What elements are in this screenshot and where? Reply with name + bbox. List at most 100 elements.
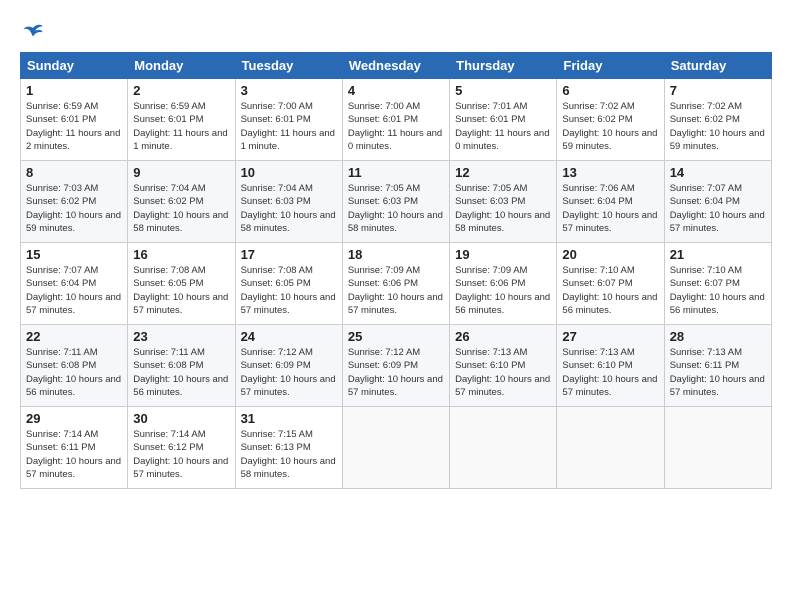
day-number: 7 xyxy=(670,83,766,98)
day-info: Sunrise: 7:14 AMSunset: 6:11 PMDaylight:… xyxy=(26,428,122,481)
day-info: Sunrise: 7:01 AMSunset: 6:01 PMDaylight:… xyxy=(455,100,551,153)
day-number: 9 xyxy=(133,165,229,180)
day-number: 23 xyxy=(133,329,229,344)
day-info: Sunrise: 7:15 AMSunset: 6:13 PMDaylight:… xyxy=(241,428,337,481)
calendar-cell xyxy=(450,407,557,489)
calendar-cell xyxy=(342,407,449,489)
calendar-cell: 26 Sunrise: 7:13 AMSunset: 6:10 PMDayligh… xyxy=(450,325,557,407)
day-number: 17 xyxy=(241,247,337,262)
calendar-cell: 31 Sunrise: 7:15 AMSunset: 6:13 PMDayligh… xyxy=(235,407,342,489)
weekday-header-friday: Friday xyxy=(557,53,664,79)
day-info: Sunrise: 6:59 AMSunset: 6:01 PMDaylight:… xyxy=(133,100,229,153)
weekday-header-wednesday: Wednesday xyxy=(342,53,449,79)
day-number: 2 xyxy=(133,83,229,98)
day-number: 25 xyxy=(348,329,444,344)
day-info: Sunrise: 7:10 AMSunset: 6:07 PMDaylight:… xyxy=(562,264,658,317)
calendar-cell: 5 Sunrise: 7:01 AMSunset: 6:01 PMDaylight… xyxy=(450,79,557,161)
calendar-week-row: 15Sunrise: 7:07 AMSunset: 6:04 PMDayligh… xyxy=(21,243,772,325)
weekday-header-monday: Monday xyxy=(128,53,235,79)
day-number: 18 xyxy=(348,247,444,262)
header xyxy=(20,18,772,44)
day-info: Sunrise: 7:00 AMSunset: 6:01 PMDaylight:… xyxy=(241,100,337,153)
calendar-cell: 19 Sunrise: 7:09 AMSunset: 6:06 PMDayligh… xyxy=(450,243,557,325)
day-number: 10 xyxy=(241,165,337,180)
calendar-cell: 1 Sunrise: 6:59 AMSunset: 6:01 PMDaylight… xyxy=(21,79,128,161)
day-info: Sunrise: 7:11 AMSunset: 6:08 PMDaylight:… xyxy=(26,346,122,399)
day-number: 24 xyxy=(241,329,337,344)
day-number: 16 xyxy=(133,247,229,262)
day-info: Sunrise: 7:10 AMSunset: 6:07 PMDaylight:… xyxy=(670,264,766,317)
page: SundayMondayTuesdayWednesdayThursdayFrid… xyxy=(0,0,792,499)
day-number: 11 xyxy=(348,165,444,180)
day-number: 8 xyxy=(26,165,122,180)
day-number: 1 xyxy=(26,83,122,98)
calendar-cell: 14Sunrise: 7:07 AMSunset: 6:04 PMDayligh… xyxy=(664,161,771,243)
day-number: 31 xyxy=(241,411,337,426)
day-info: Sunrise: 7:05 AMSunset: 6:03 PMDaylight:… xyxy=(455,182,551,235)
day-number: 21 xyxy=(670,247,766,262)
weekday-header-sunday: Sunday xyxy=(21,53,128,79)
weekday-header-saturday: Saturday xyxy=(664,53,771,79)
calendar-cell: 22Sunrise: 7:11 AMSunset: 6:08 PMDayligh… xyxy=(21,325,128,407)
calendar-cell: 17 Sunrise: 7:08 AMSunset: 6:05 PMDayligh… xyxy=(235,243,342,325)
calendar-cell: 9 Sunrise: 7:04 AMSunset: 6:02 PMDaylight… xyxy=(128,161,235,243)
day-info: Sunrise: 7:09 AMSunset: 6:06 PMDaylight:… xyxy=(455,264,551,317)
day-number: 4 xyxy=(348,83,444,98)
day-info: Sunrise: 7:14 AMSunset: 6:12 PMDaylight:… xyxy=(133,428,229,481)
day-number: 28 xyxy=(670,329,766,344)
day-number: 30 xyxy=(133,411,229,426)
calendar-week-row: 29 Sunrise: 7:14 AMSunset: 6:11 PMDayligh… xyxy=(21,407,772,489)
day-info: Sunrise: 7:13 AMSunset: 6:10 PMDaylight:… xyxy=(455,346,551,399)
day-info: Sunrise: 7:04 AMSunset: 6:03 PMDaylight:… xyxy=(241,182,337,235)
calendar-cell: 2 Sunrise: 6:59 AMSunset: 6:01 PMDaylight… xyxy=(128,79,235,161)
day-info: Sunrise: 7:06 AMSunset: 6:04 PMDaylight:… xyxy=(562,182,658,235)
weekday-header-tuesday: Tuesday xyxy=(235,53,342,79)
day-number: 6 xyxy=(562,83,658,98)
calendar-table: SundayMondayTuesdayWednesdayThursdayFrid… xyxy=(20,52,772,489)
calendar-cell: 23 Sunrise: 7:11 AMSunset: 6:08 PMDayligh… xyxy=(128,325,235,407)
calendar-cell: 30 Sunrise: 7:14 AMSunset: 6:12 PMDayligh… xyxy=(128,407,235,489)
calendar-cell: 28Sunrise: 7:13 AMSunset: 6:11 PMDayligh… xyxy=(664,325,771,407)
calendar-cell: 6 Sunrise: 7:02 AMSunset: 6:02 PMDaylight… xyxy=(557,79,664,161)
day-number: 5 xyxy=(455,83,551,98)
calendar-cell: 4 Sunrise: 7:00 AMSunset: 6:01 PMDaylight… xyxy=(342,79,449,161)
calendar-cell: 27 Sunrise: 7:13 AMSunset: 6:10 PMDayligh… xyxy=(557,325,664,407)
calendar-cell xyxy=(664,407,771,489)
calendar-cell: 24Sunrise: 7:12 AMSunset: 6:09 PMDayligh… xyxy=(235,325,342,407)
day-number: 13 xyxy=(562,165,658,180)
day-info: Sunrise: 7:03 AMSunset: 6:02 PMDaylight:… xyxy=(26,182,122,235)
day-number: 29 xyxy=(26,411,122,426)
day-info: Sunrise: 7:08 AMSunset: 6:05 PMDaylight:… xyxy=(241,264,337,317)
day-info: Sunrise: 7:00 AMSunset: 6:01 PMDaylight:… xyxy=(348,100,444,153)
calendar-week-row: 22Sunrise: 7:11 AMSunset: 6:08 PMDayligh… xyxy=(21,325,772,407)
day-info: Sunrise: 7:07 AMSunset: 6:04 PMDaylight:… xyxy=(26,264,122,317)
day-number: 19 xyxy=(455,247,551,262)
calendar-cell: 13 Sunrise: 7:06 AMSunset: 6:04 PMDayligh… xyxy=(557,161,664,243)
day-number: 14 xyxy=(670,165,766,180)
day-number: 3 xyxy=(241,83,337,98)
day-info: Sunrise: 7:08 AMSunset: 6:05 PMDaylight:… xyxy=(133,264,229,317)
calendar-week-row: 1 Sunrise: 6:59 AMSunset: 6:01 PMDaylight… xyxy=(21,79,772,161)
day-info: Sunrise: 7:04 AMSunset: 6:02 PMDaylight:… xyxy=(133,182,229,235)
day-info: Sunrise: 7:12 AMSunset: 6:09 PMDaylight:… xyxy=(348,346,444,399)
weekday-header-thursday: Thursday xyxy=(450,53,557,79)
day-number: 27 xyxy=(562,329,658,344)
day-number: 12 xyxy=(455,165,551,180)
calendar-cell: 16 Sunrise: 7:08 AMSunset: 6:05 PMDayligh… xyxy=(128,243,235,325)
day-info: Sunrise: 7:11 AMSunset: 6:08 PMDaylight:… xyxy=(133,346,229,399)
calendar-cell: 7 Sunrise: 7:02 AMSunset: 6:02 PMDaylight… xyxy=(664,79,771,161)
calendar-cell: 21 Sunrise: 7:10 AMSunset: 6:07 PMDayligh… xyxy=(664,243,771,325)
day-info: Sunrise: 6:59 AMSunset: 6:01 PMDaylight:… xyxy=(26,100,122,153)
calendar-cell: 18 Sunrise: 7:09 AMSunset: 6:06 PMDayligh… xyxy=(342,243,449,325)
calendar-week-row: 8 Sunrise: 7:03 AMSunset: 6:02 PMDaylight… xyxy=(21,161,772,243)
day-number: 26 xyxy=(455,329,551,344)
logo-bird-icon xyxy=(22,22,44,44)
day-info: Sunrise: 7:02 AMSunset: 6:02 PMDaylight:… xyxy=(562,100,658,153)
calendar-cell: 12 Sunrise: 7:05 AMSunset: 6:03 PMDayligh… xyxy=(450,161,557,243)
calendar-cell: 15Sunrise: 7:07 AMSunset: 6:04 PMDayligh… xyxy=(21,243,128,325)
day-number: 20 xyxy=(562,247,658,262)
calendar-cell xyxy=(557,407,664,489)
day-info: Sunrise: 7:13 AMSunset: 6:10 PMDaylight:… xyxy=(562,346,658,399)
day-info: Sunrise: 7:02 AMSunset: 6:02 PMDaylight:… xyxy=(670,100,766,153)
day-info: Sunrise: 7:09 AMSunset: 6:06 PMDaylight:… xyxy=(348,264,444,317)
